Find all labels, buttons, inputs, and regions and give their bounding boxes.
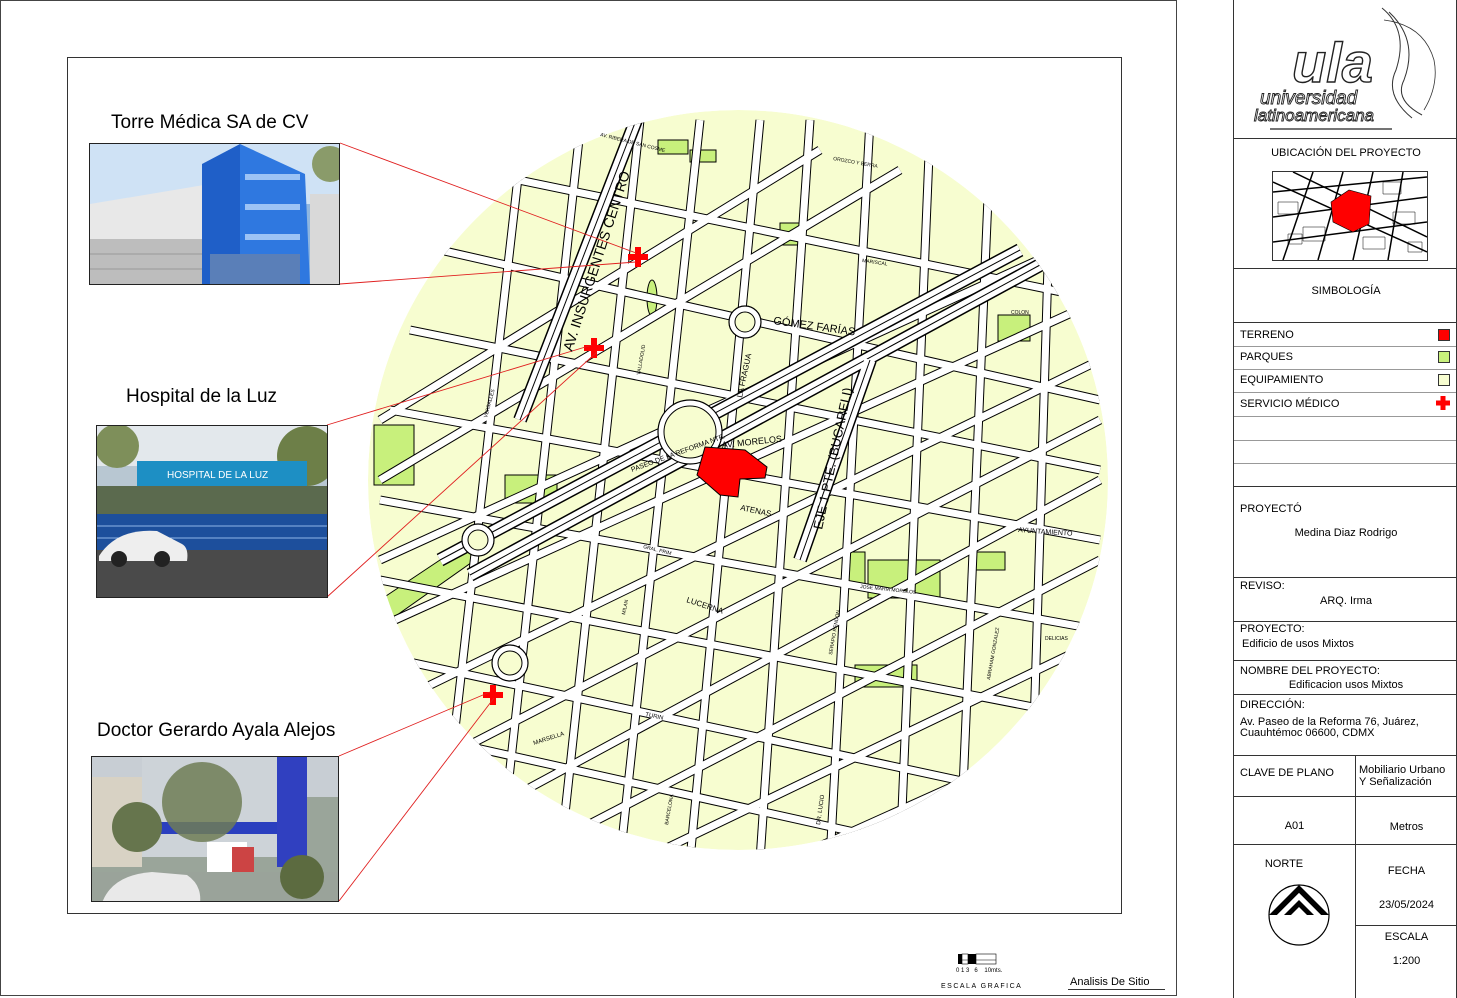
north-arrow-icon bbox=[1268, 884, 1330, 946]
name-value: Edificacion usos Mixtos bbox=[1288, 679, 1404, 691]
symbology-title: SIMBOLOGÍA bbox=[1311, 285, 1381, 297]
location-title-doctor-ayala: Doctor Gerardo Ayala Alejos bbox=[97, 720, 336, 741]
roundabout-island bbox=[467, 529, 489, 551]
legend-terrain-swatch bbox=[1438, 329, 1450, 341]
plan-code: A01 bbox=[1284, 820, 1305, 832]
north-label: NORTE bbox=[1264, 858, 1304, 870]
date-label: FECHA bbox=[1387, 865, 1426, 877]
revised-by: ARQ. Irma bbox=[1320, 595, 1372, 607]
logo-line2: latinoamericana bbox=[1254, 106, 1374, 125]
date-value: 23/05/2024 bbox=[1378, 899, 1435, 911]
scale-ticks: 0 1 3 6 10mts. bbox=[956, 968, 1003, 974]
scale-label: ESCALA GRAFICA bbox=[941, 983, 1022, 990]
roundabout-island bbox=[497, 650, 523, 676]
plan-key-line2: Y Señalización bbox=[1359, 776, 1432, 788]
units: Metros bbox=[1389, 821, 1424, 833]
location-title: UBICACIÓN DEL PROYECTO bbox=[1271, 147, 1421, 159]
project2-label: PROYECTO: bbox=[1240, 623, 1305, 635]
university-logo: ula universidad latinoamericana bbox=[1254, 7, 1436, 130]
location-title-hospital-luz: Hospital de la Luz bbox=[126, 386, 278, 407]
logo-mark: ula bbox=[1292, 31, 1373, 94]
project-author: Medina Diaz Rodrigo bbox=[1294, 527, 1398, 539]
photo-torre-medica bbox=[89, 143, 340, 285]
legend-parks: PARQUES bbox=[1234, 347, 1456, 369]
photo-doctor-ayala bbox=[91, 756, 339, 902]
park bbox=[974, 551, 1006, 571]
address-line2: Cuauhtémoc 06600, CDMX bbox=[1240, 727, 1375, 739]
legend-terrain-label: TERRENO bbox=[1240, 329, 1294, 341]
address-label: DIRECCIÓN: bbox=[1240, 699, 1305, 711]
legend-equipment-swatch bbox=[1438, 374, 1450, 386]
legend-terrain: TERRENO bbox=[1234, 325, 1456, 347]
graphic-scale: 0 1 3 6 10mts. ESCALA GRAFICA bbox=[941, 953, 1022, 990]
medical-cross-icon bbox=[1436, 396, 1450, 410]
legend-medical-label: SERVICIO MÉDICO bbox=[1240, 398, 1340, 410]
scale-label-tb: ESCALA bbox=[1384, 931, 1429, 943]
hospital-sign: HOSPITAL DE LA LUZ bbox=[167, 470, 268, 481]
street-label-delicias: DELICIAS bbox=[1045, 636, 1068, 642]
legend-equipment: EQUIPAMIENTO bbox=[1234, 370, 1456, 392]
name-label: NOMBRE DEL PROYECTO: bbox=[1240, 665, 1380, 677]
title-block: ula universidad latinoamericana UBICACIÓ… bbox=[1233, 0, 1457, 998]
plan-key-line1: Mobiliario Urbano bbox=[1359, 764, 1446, 776]
sheet-label: Analisis De Sitio bbox=[1068, 976, 1166, 990]
roundabout-island bbox=[734, 311, 756, 333]
scale-value: 1:200 bbox=[1392, 955, 1421, 967]
location-thumbnail bbox=[1272, 171, 1428, 261]
plan-key-label: CLAVE DE PLANO bbox=[1240, 767, 1334, 779]
legend-parks-swatch bbox=[1438, 351, 1450, 363]
project2-value: Edificio de usos Mixtos bbox=[1242, 638, 1354, 650]
revised-label: REVISO: bbox=[1240, 580, 1285, 592]
photo-hospital-luz: HOSPITAL DE LA LUZ bbox=[96, 425, 328, 598]
legend-medical: SERVICIO MÉDICO bbox=[1234, 394, 1456, 416]
legend-parks-label: PARQUES bbox=[1240, 351, 1293, 363]
legend-equipment-label: EQUIPAMIENTO bbox=[1240, 374, 1324, 386]
project-label: PROYECTÓ bbox=[1240, 503, 1302, 515]
street-label-colon: COLON bbox=[1011, 310, 1029, 316]
location-title-torre-medica: Torre Médica SA de CV bbox=[111, 112, 309, 133]
